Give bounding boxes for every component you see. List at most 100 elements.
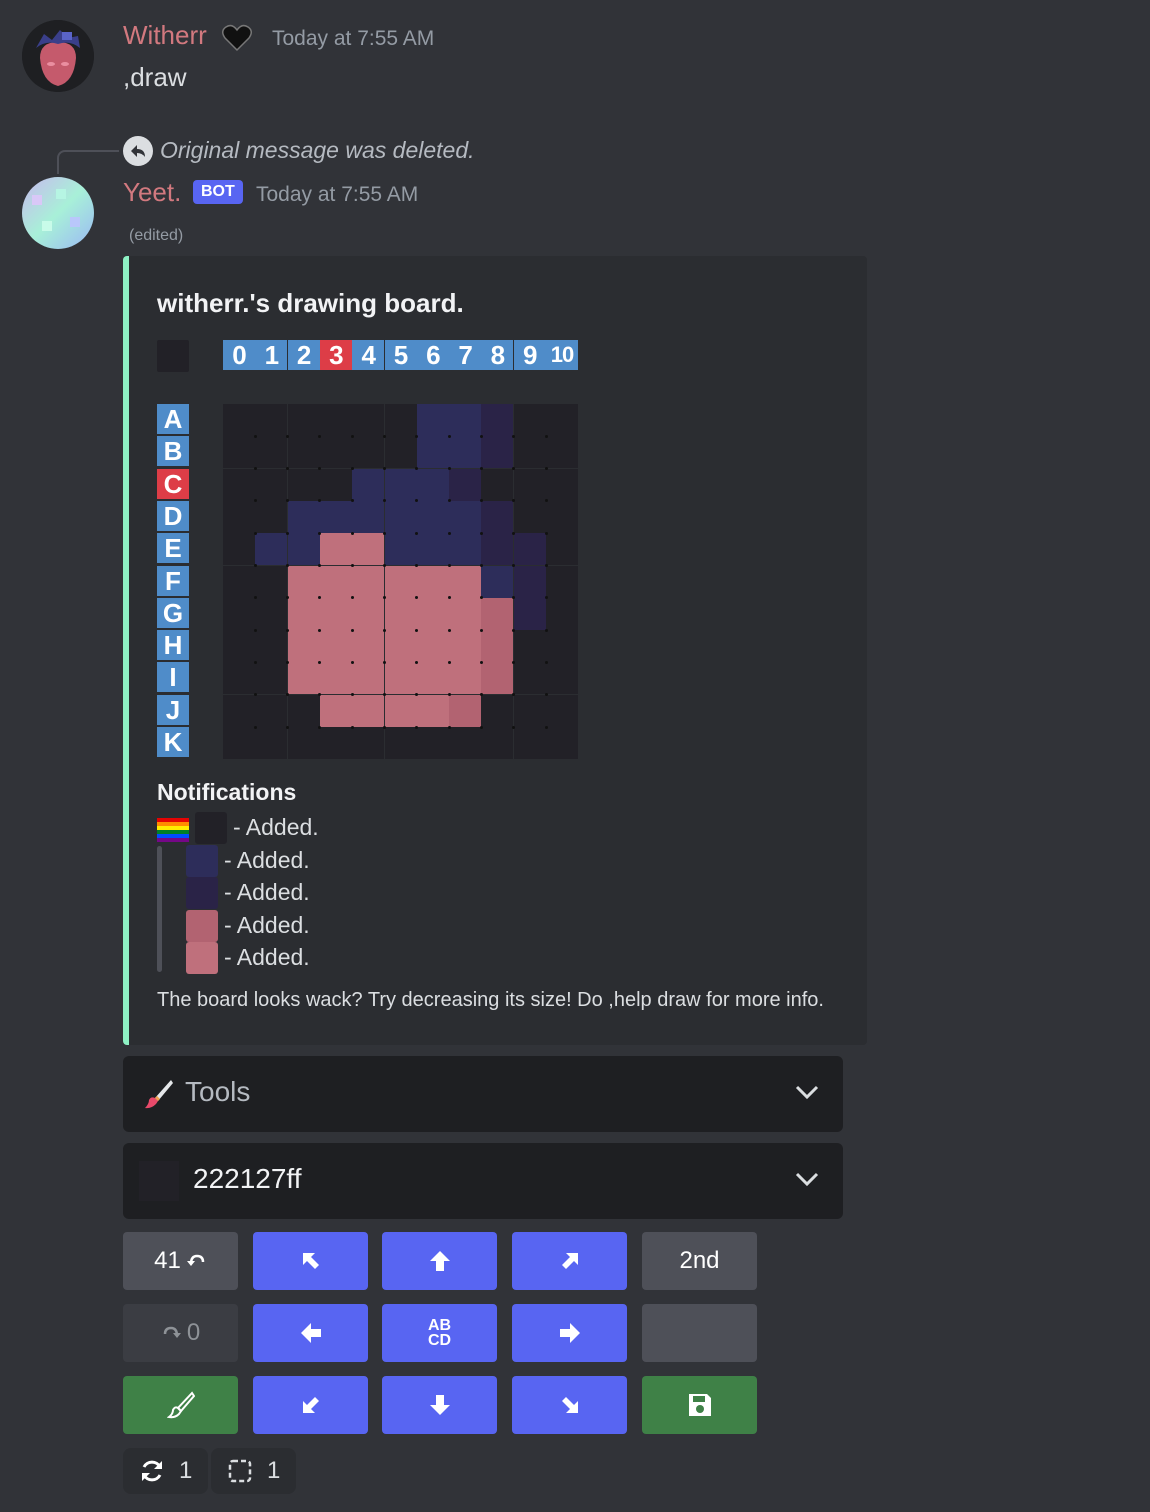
message1-timestamp: Today at 7:55 AM (272, 27, 435, 50)
grid-cell-J6 (416, 694, 449, 727)
color-swatch (139, 1161, 179, 1201)
column-label-2: 2 (287, 340, 320, 370)
second-button[interactable]: 2nd (642, 1232, 757, 1290)
grid-cell-J4 (352, 694, 385, 727)
grid-cell-C5 (384, 468, 417, 501)
yeet-bot-avatar[interactable] (22, 177, 94, 249)
grid-cell-B9 (513, 436, 546, 469)
grid-cell-J10 (546, 694, 578, 727)
grid-dot (286, 531, 290, 535)
grid-cell-C8 (481, 468, 514, 501)
edited-label: (edited) (129, 227, 184, 244)
grid-dot (383, 434, 386, 438)
grid-dot (350, 467, 354, 471)
grid-cell-I7 (449, 662, 482, 695)
move-down-button[interactable] (382, 1376, 497, 1434)
column-label-6: 6 (416, 340, 449, 370)
reaction-selection-count: 1 (267, 1457, 281, 1484)
witherr-avatar[interactable] (22, 20, 94, 92)
redo-count: 0 (186, 1319, 201, 1346)
grid-cell-A10 (546, 404, 578, 436)
blank-button[interactable] (642, 1304, 757, 1362)
tools-select-label: Tools (185, 1076, 251, 1107)
grid-cell-C7 (449, 468, 482, 501)
undo-count: 41 (154, 1247, 181, 1274)
grid-cell-A3 (319, 404, 352, 436)
arrow-up-icon (429, 1251, 450, 1271)
grid-cell-G7 (449, 597, 482, 630)
grid-dot (350, 725, 354, 729)
reaction-refresh[interactable]: 1 (123, 1448, 209, 1494)
grid-cell-I1 (255, 662, 288, 695)
move-down-left-button[interactable] (253, 1376, 368, 1434)
message1-username[interactable]: Witherr (123, 20, 207, 51)
grid-cell-D1 (255, 500, 288, 533)
set-cursor-button[interactable]: AB CD (382, 1304, 497, 1362)
grid-dot (479, 467, 483, 471)
grid-cell-D7 (449, 500, 482, 533)
grid-cell-H3 (319, 630, 352, 663)
grid-dot (544, 564, 548, 567)
row-label-H: H (157, 630, 189, 661)
grid-cell-A4 (352, 404, 385, 436)
grid-dot (447, 434, 451, 438)
grid-cell-F7 (449, 565, 482, 598)
chevron-down-icon (795, 1085, 819, 1100)
grid-cell-C10 (546, 468, 578, 501)
grid-cell-A7 (449, 404, 482, 436)
grid-cell-E7 (449, 533, 482, 566)
grid-cell-J8 (481, 694, 514, 727)
grid-dot (253, 693, 257, 697)
draw-button[interactable] (123, 1376, 238, 1434)
grid-cell-J0 (223, 694, 255, 727)
grid-cell-C2 (287, 468, 320, 501)
grid-dot (286, 725, 290, 729)
move-up-left-button[interactable] (253, 1232, 368, 1290)
grid-cell-G8 (481, 597, 514, 630)
grid-cell-G6 (416, 597, 449, 630)
grid-dot (350, 693, 354, 697)
move-down-right-button[interactable] (512, 1376, 627, 1434)
grid-cell-J5 (384, 694, 417, 727)
undo-button[interactable]: 41 (123, 1232, 238, 1290)
column-label-3: 3 (319, 340, 352, 370)
redo-button[interactable]: 0 (123, 1304, 238, 1362)
move-up-right-button[interactable] (512, 1232, 627, 1290)
notifications-title: Notifications (157, 779, 297, 805)
selection-icon (228, 1459, 252, 1483)
grid-cell-H9 (513, 630, 546, 663)
color-select-value: 222127ff (193, 1163, 302, 1194)
move-right-button[interactable] (512, 1304, 627, 1362)
grid-cell-H5 (384, 630, 417, 663)
message2-username[interactable]: Yeet. (123, 177, 181, 208)
row-label-A: A (157, 404, 189, 434)
grid-cell-K5 (384, 727, 417, 759)
grid-cell-C1 (255, 468, 288, 501)
grid-cell-I10 (546, 662, 578, 695)
grid-cell-F4 (352, 565, 385, 598)
grid-cell-G0 (223, 597, 255, 630)
undo-icon (186, 1254, 205, 1266)
save-button[interactable] (642, 1376, 757, 1434)
move-left-button[interactable] (253, 1304, 368, 1362)
grid-cell-K4 (352, 727, 385, 759)
grid-dot (253, 660, 257, 664)
color-select[interactable]: 222127ff (123, 1143, 843, 1219)
rainbow-flag-icon (157, 818, 189, 842)
grid-cell-A5 (384, 404, 417, 436)
grid-cell-G1 (255, 597, 288, 630)
brush-icon (166, 1391, 195, 1419)
grid-cell-G10 (546, 597, 578, 630)
notification-text: - Added. (224, 911, 310, 938)
grid-cell-K9 (513, 727, 546, 759)
reaction-selection[interactable]: 1 (211, 1448, 297, 1494)
tools-select[interactable]: Tools (123, 1056, 843, 1132)
grid-cell-A1 (255, 404, 288, 436)
move-up-button[interactable] (382, 1232, 497, 1290)
grid-dot (447, 467, 451, 471)
grid-cell-E6 (416, 533, 449, 566)
grid-cell-K1 (255, 727, 288, 759)
grid-cell-I3 (319, 662, 352, 695)
grid-cell-B4 (352, 436, 385, 469)
grid-dot (479, 434, 483, 438)
